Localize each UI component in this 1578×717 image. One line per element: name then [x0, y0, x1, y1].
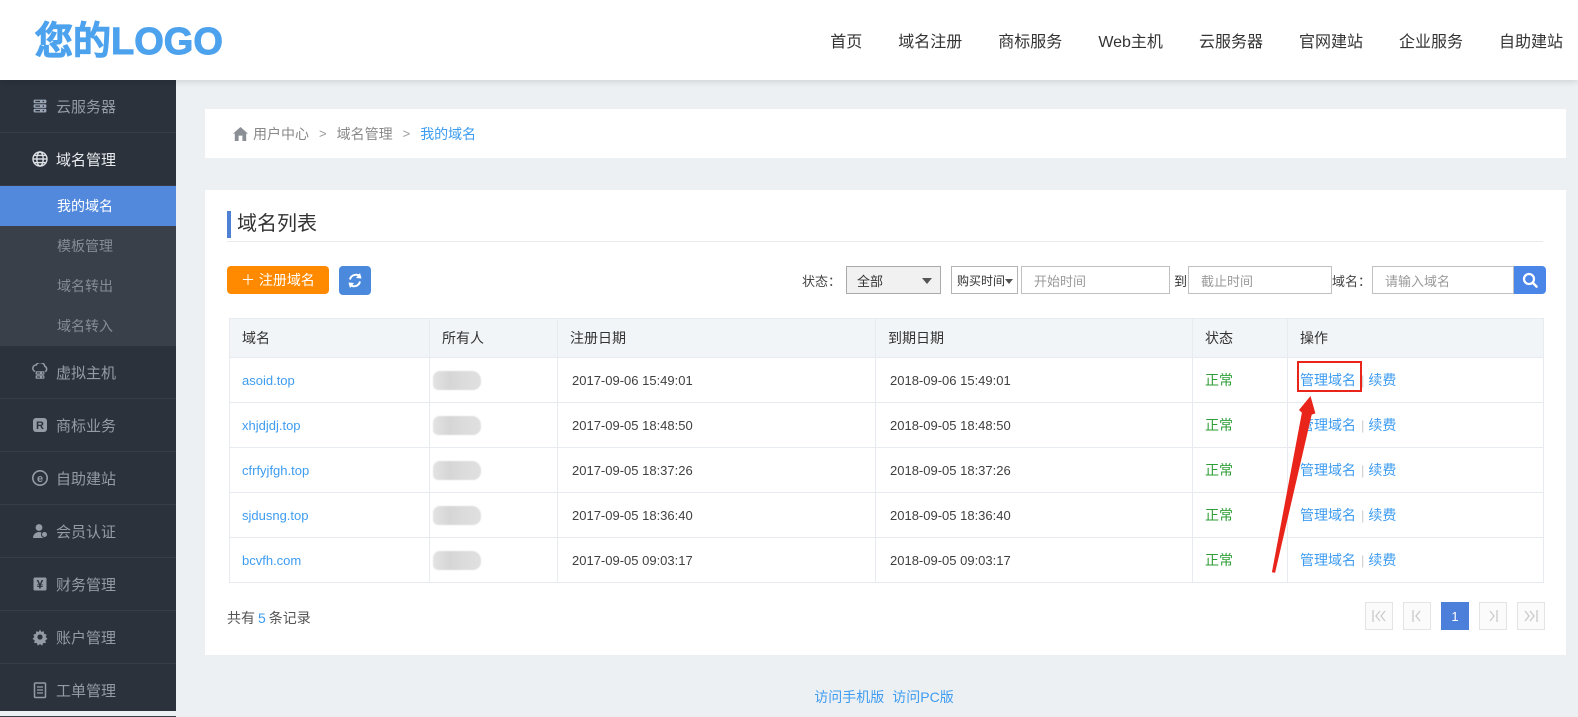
svg-text:e: e [37, 473, 43, 485]
svg-text:¥: ¥ [37, 577, 44, 591]
svg-text:R: R [36, 420, 44, 432]
